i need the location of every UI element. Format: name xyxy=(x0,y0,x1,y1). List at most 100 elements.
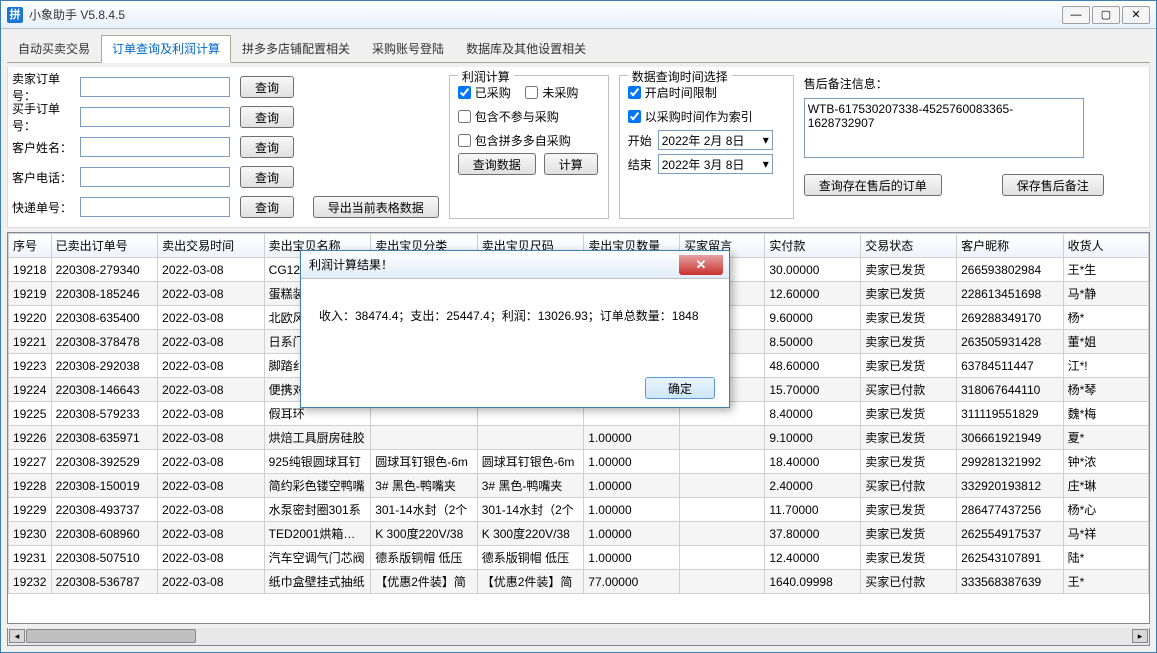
cell-time: 2022-03-08 xyxy=(158,282,265,306)
scroll-left-arrow[interactable]: ◂ xyxy=(9,629,25,643)
dialog-ok-button[interactable]: 确定 xyxy=(645,377,715,399)
cell-pay: 48.60000 xyxy=(765,354,861,378)
cell-seq: 19228 xyxy=(9,474,52,498)
query-button-2[interactable]: 查询 xyxy=(240,106,294,128)
cell-recv: 王*生 xyxy=(1063,258,1148,282)
cell-order: 220308-150019 xyxy=(51,474,158,498)
tab-4[interactable]: 数据库及其他设置相关 xyxy=(455,35,597,62)
start-date-picker[interactable]: 2022年 2月 8日▾ xyxy=(658,130,773,150)
cell-order: 220308-635971 xyxy=(51,426,158,450)
result-dialog: 利润计算结果！ ✕ 收入：38474.4；支出：25447.4；利润：13026… xyxy=(300,250,730,408)
minimize-button[interactable]: — xyxy=(1062,6,1090,24)
seller-order-input[interactable] xyxy=(80,77,230,97)
table-row[interactable]: 19229220308-4937372022-03-08水泵密封圈301系301… xyxy=(9,498,1149,522)
aftersale-column: 售后备注信息： WTB-617530207338-4525760083365-1… xyxy=(804,75,1104,219)
cell-size: 圆球耳钉银色-6m xyxy=(477,450,584,474)
maximize-button[interactable]: ▢ xyxy=(1092,6,1120,24)
cell-order: 220308-292038 xyxy=(51,354,158,378)
query-button-5[interactable]: 查询 xyxy=(240,196,294,218)
end-date-picker[interactable]: 2022年 3月 8日▾ xyxy=(658,154,773,174)
cell-size: 德系版铜帽 低压 xyxy=(477,546,584,570)
cell-status: 卖家已发货 xyxy=(861,258,957,282)
column-header[interactable]: 序号 xyxy=(9,234,52,258)
query-button-1[interactable]: 查询 xyxy=(240,76,294,98)
cell-recv: 庄*琳 xyxy=(1063,474,1148,498)
include-no-purchase-checkbox[interactable] xyxy=(458,110,471,123)
cell-nick: 299281321992 xyxy=(957,450,1064,474)
cell-cat xyxy=(371,426,478,450)
cell-size: 3# 黑色-鸭嘴夹 xyxy=(477,474,584,498)
cell-seq: 19226 xyxy=(9,426,52,450)
table-row[interactable]: 19231220308-5075102022-03-08汽车空调气门芯阀德系版铜… xyxy=(9,546,1149,570)
aftersale-textbox[interactable]: WTB-617530207338-4525760083365-162873290… xyxy=(804,98,1084,158)
cell-time: 2022-03-08 xyxy=(158,354,265,378)
cell-order: 220308-635400 xyxy=(51,306,158,330)
tab-0[interactable]: 自动买卖交易 xyxy=(7,35,101,62)
tab-1[interactable]: 订单查询及利润计算 xyxy=(101,35,231,63)
cell-cat: 德系版铜帽 低压 xyxy=(371,546,478,570)
cell-recv: 杨*心 xyxy=(1063,498,1148,522)
query-button-4[interactable]: 查询 xyxy=(240,166,294,188)
horizontal-scrollbar[interactable]: ◂ ▸ xyxy=(7,628,1150,646)
cell-time: 2022-03-08 xyxy=(158,450,265,474)
cell-recv: 江*! xyxy=(1063,354,1148,378)
cell-cat: 3# 黑色-鸭嘴夹 xyxy=(371,474,478,498)
column-header[interactable]: 实付款 xyxy=(765,234,861,258)
table-row[interactable]: 19226220308-6359712022-03-08烘焙工具厨房硅胶1.00… xyxy=(9,426,1149,450)
cell-recv: 魏*梅 xyxy=(1063,402,1148,426)
dialog-close-button[interactable]: ✕ xyxy=(679,255,723,275)
column-header[interactable]: 客户昵称 xyxy=(957,234,1064,258)
cell-nick: 262554917537 xyxy=(957,522,1064,546)
table-row[interactable]: 19228220308-1500192022-03-08简约彩色镂空鸭嘴3# 黑… xyxy=(9,474,1149,498)
query-aftersale-button[interactable]: 查询存在售后的订单 xyxy=(804,174,942,196)
cell-msg xyxy=(680,498,765,522)
cell-pay: 30.00000 xyxy=(765,258,861,282)
table-row[interactable]: 19232220308-5367872022-03-08纸巾盒壁挂式抽纸【优惠2… xyxy=(9,570,1149,594)
column-header[interactable]: 已卖出订单号 xyxy=(51,234,158,258)
dialog-footer: 确定 xyxy=(301,369,729,407)
cell-time: 2022-03-08 xyxy=(158,426,265,450)
cell-name: 925纯银圆球耳钉 xyxy=(264,450,371,474)
save-aftersale-button[interactable]: 保存售后备注 xyxy=(1002,174,1104,196)
cell-msg xyxy=(680,570,765,594)
profit-calc-legend: 利润计算 xyxy=(458,68,514,85)
calc-button[interactable]: 计算 xyxy=(544,153,598,175)
query-data-button[interactable]: 查询数据 xyxy=(458,153,536,175)
cell-order: 220308-608960 xyxy=(51,522,158,546)
customer-phone-input[interactable] xyxy=(80,167,230,187)
use-purchase-time-checkbox[interactable] xyxy=(628,110,641,123)
export-button[interactable]: 导出当前表格数据 xyxy=(313,196,439,218)
include-no-purchase-label: 包含不参与采购 xyxy=(475,108,559,125)
cell-time: 2022-03-08 xyxy=(158,402,265,426)
scroll-thumb[interactable] xyxy=(26,629,196,643)
column-header[interactable]: 卖出交易时间 xyxy=(158,234,265,258)
buyer-order-input[interactable] xyxy=(80,107,230,127)
scroll-right-arrow[interactable]: ▸ xyxy=(1132,629,1148,643)
table-row[interactable]: 19227220308-3925292022-03-08925纯银圆球耳钉圆球耳… xyxy=(9,450,1149,474)
cell-nick: 311119551829 xyxy=(957,402,1064,426)
cell-cat: 圆球耳钉银色-6m xyxy=(371,450,478,474)
enable-limit-checkbox[interactable] xyxy=(628,86,641,99)
column-header[interactable]: 收货人 xyxy=(1063,234,1148,258)
tab-3[interactable]: 采购账号登陆 xyxy=(361,35,455,62)
cell-pay: 18.40000 xyxy=(765,450,861,474)
cell-nick: 306661921949 xyxy=(957,426,1064,450)
cell-pay: 9.10000 xyxy=(765,426,861,450)
include-pdd-self-checkbox[interactable] xyxy=(458,134,471,147)
tab-2[interactable]: 拼多多店铺配置相关 xyxy=(231,35,361,62)
date-select-fieldset: 数据查询时间选择 开启时间限制 以采购时间作为索引 开始2022年 2月 8日▾… xyxy=(619,75,794,219)
not-purchased-checkbox[interactable] xyxy=(525,86,538,99)
purchased-checkbox[interactable] xyxy=(458,86,471,99)
table-row[interactable]: 19230220308-6089602022-03-08TED2001烘箱烤箱K… xyxy=(9,522,1149,546)
cell-status: 卖家已发货 xyxy=(861,402,957,426)
dropdown-icon: ▾ xyxy=(763,157,769,171)
column-header[interactable]: 交易状态 xyxy=(861,234,957,258)
customer-name-input[interactable] xyxy=(80,137,230,157)
cell-qty: 1.00000 xyxy=(584,426,680,450)
express-input[interactable] xyxy=(80,197,230,217)
query-button-3[interactable]: 查询 xyxy=(240,136,294,158)
cell-qty: 1.00000 xyxy=(584,498,680,522)
close-button[interactable]: ✕ xyxy=(1122,6,1150,24)
cell-name: 水泵密封圈301系 xyxy=(264,498,371,522)
cell-seq: 19223 xyxy=(9,354,52,378)
